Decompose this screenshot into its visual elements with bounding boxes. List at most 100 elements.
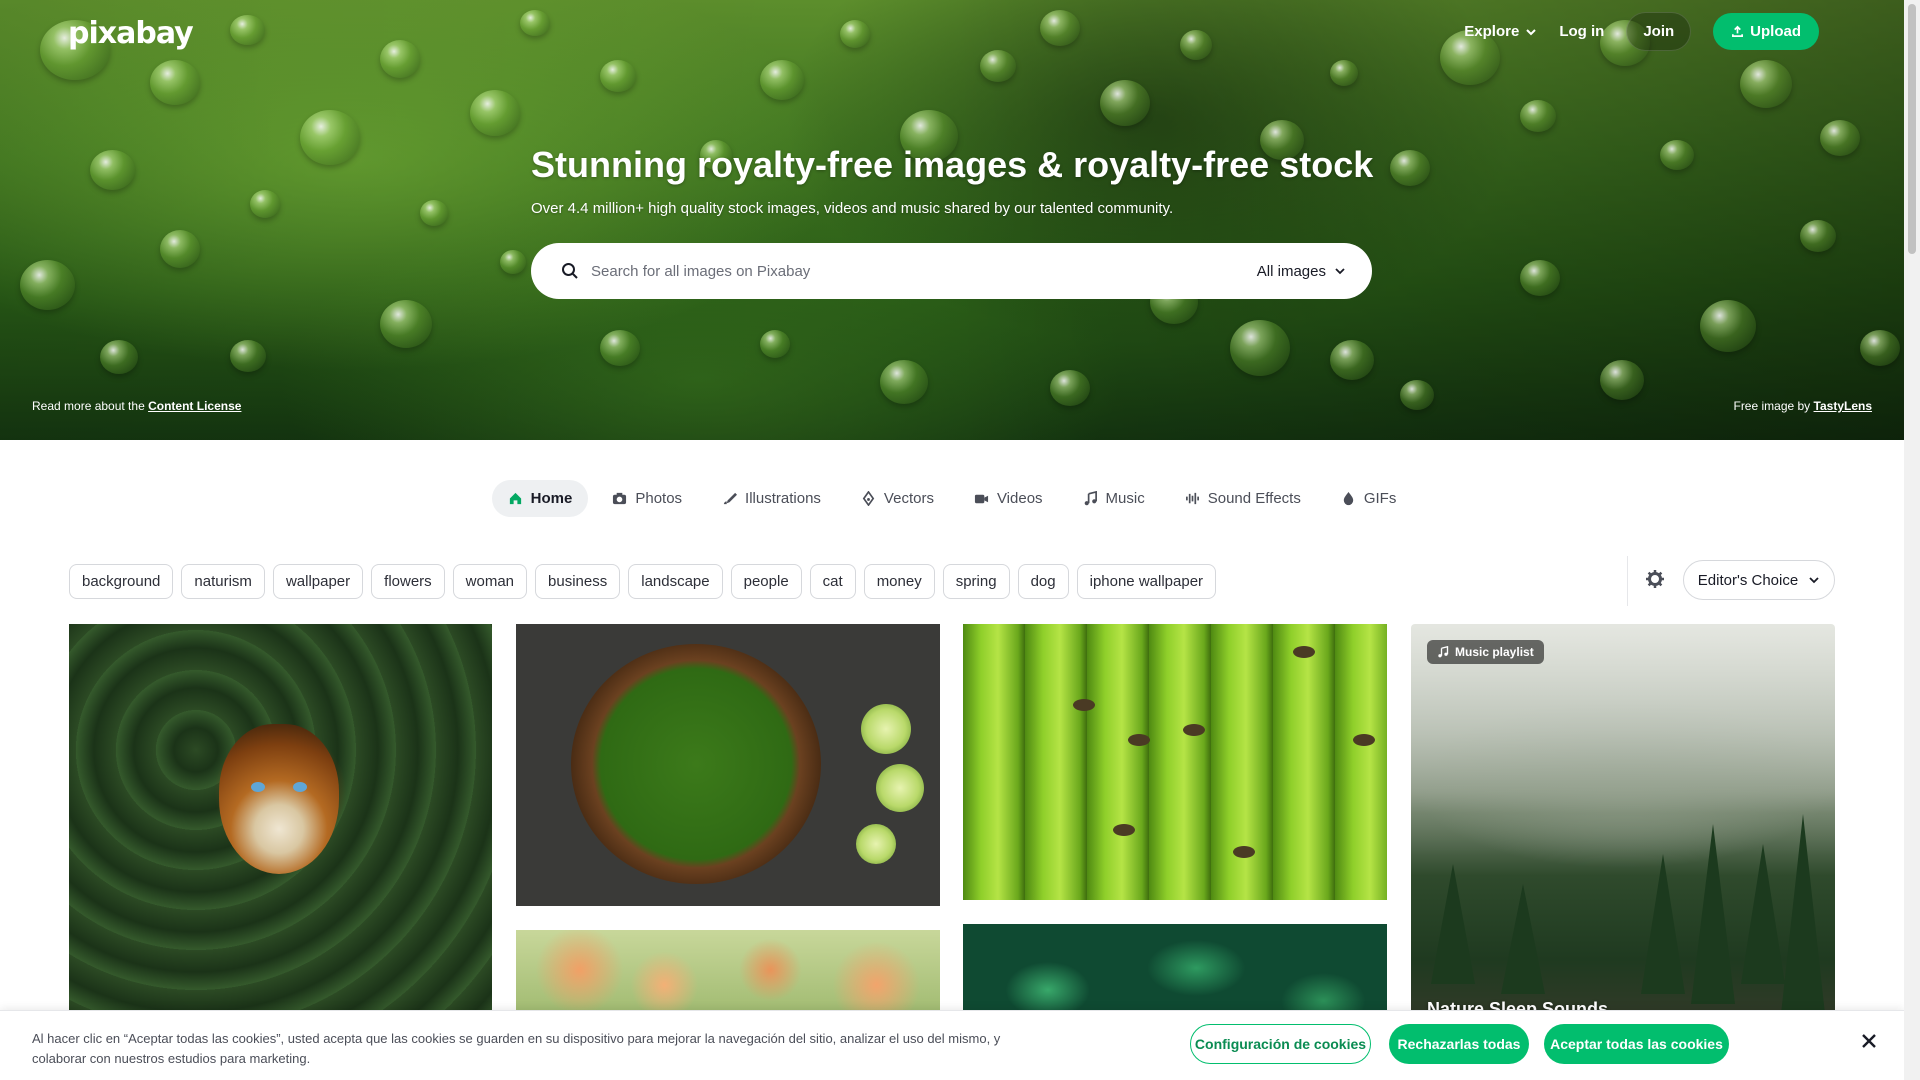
tab-label: Home (530, 490, 573, 507)
water-drop (420, 200, 448, 226)
sort-dropdown[interactable]: Editor's Choice (1683, 560, 1835, 600)
water-drop (840, 20, 870, 48)
water-drop (1600, 360, 1644, 400)
accept-all-button[interactable]: Aceptar todas las cookies (1544, 1024, 1729, 1064)
water-drop (1520, 100, 1556, 132)
banana-tip (1353, 734, 1375, 746)
search-bar: All images (531, 243, 1372, 299)
chevron-down-icon (1335, 268, 1345, 275)
upload-button[interactable]: Upload (1713, 13, 1819, 50)
license-note: Read more about the Content License (32, 399, 241, 413)
tab-label: Photos (635, 490, 683, 507)
water-drop (160, 230, 200, 268)
tab-gifs[interactable]: GIFs (1325, 480, 1413, 517)
water-drop (1700, 300, 1756, 352)
upload-icon (1732, 25, 1744, 37)
water-drop (20, 260, 75, 310)
water-drop (500, 250, 526, 274)
tab-label: GIFs (1363, 490, 1397, 507)
pen-icon (862, 491, 875, 506)
tag-chip[interactable]: landscape (628, 564, 723, 599)
cookie-text: Al hacer clic en “Aceptar todas las cook… (32, 1031, 1001, 1066)
search-input[interactable] (591, 262, 1257, 280)
search-icon[interactable] (561, 262, 579, 280)
water-drop (1330, 60, 1358, 86)
water-drop (1050, 370, 1090, 406)
tag-chip[interactable]: woman (452, 564, 528, 599)
water-drop (1390, 150, 1430, 186)
water-drop (1040, 10, 1080, 46)
water-drop (1820, 120, 1860, 156)
hero-banner: pixabay Explore Log in Join Upload Stunn… (0, 0, 1904, 440)
image-green-bananas[interactable] (963, 624, 1387, 900)
tab-vectors[interactable]: Vectors (845, 480, 950, 517)
chevron-down-icon (1809, 577, 1819, 584)
image-tiger-leaves[interactable] (69, 624, 492, 1044)
credit-author-link[interactable]: TastyLens (1814, 399, 1872, 413)
tab-videos[interactable]: Videos (958, 480, 1059, 517)
gear-icon[interactable] (1645, 569, 1665, 589)
music-playlist-card[interactable]: Music playlist Nature Sleep Sounds (1411, 624, 1835, 1044)
water-drop (1400, 380, 1434, 410)
tag-chip[interactable]: cat (809, 564, 856, 599)
tag-chip[interactable]: flowers (371, 564, 445, 599)
lime-slice (876, 764, 924, 812)
content-license-link[interactable]: Content License (148, 399, 241, 413)
water-drop (380, 300, 432, 348)
popular-tags: background naturism wallpaper flowers woman b… (69, 564, 1217, 599)
tag-chip[interactable]: business (535, 564, 621, 599)
close-icon[interactable] (1860, 1032, 1878, 1050)
search-type-dropdown[interactable]: All images (1257, 263, 1346, 280)
tag-chip[interactable]: naturism (181, 564, 265, 599)
water-drop (230, 340, 266, 372)
cookie-banner: Al hacer clic en “Aceptar todas las cook… (0, 1010, 1904, 1080)
home-icon (509, 492, 521, 505)
media-tabs: Home Photos Illustrations Vectors Videos… (0, 480, 1904, 517)
tab-home[interactable]: Home (491, 480, 589, 517)
water-drop (100, 340, 138, 374)
tag-chip[interactable]: dog (1017, 564, 1069, 599)
water-drop (470, 90, 520, 136)
tree (1641, 854, 1685, 994)
tag-chip[interactable]: spring (942, 564, 1010, 599)
water-drop (1520, 260, 1560, 296)
sort-label: Editor's Choice (1697, 571, 1799, 589)
water-drop (250, 190, 280, 218)
license-prefix: Read more about the (32, 399, 149, 413)
water-drop (980, 50, 1016, 82)
tab-sound-effects[interactable]: Sound Effects (1169, 480, 1317, 517)
gif-icon (1343, 491, 1354, 506)
soup-bowl (571, 644, 821, 884)
explore-label: Explore (1464, 23, 1520, 40)
image-green-soup[interactable] (516, 624, 940, 906)
pixabay-logo[interactable]: pixabay (68, 16, 194, 51)
video-icon (974, 494, 989, 504)
banana-tip (1233, 846, 1255, 858)
water-drop (520, 10, 550, 36)
tag-chip[interactable]: wallpaper (272, 564, 364, 599)
playlist-badge: Music playlist (1427, 640, 1544, 664)
explore-menu[interactable]: Explore (1464, 23, 1537, 40)
scrollbar-thumb[interactable] (1908, 4, 1916, 254)
tab-label: Sound Effects (1207, 490, 1301, 507)
tab-photos[interactable]: Photos (596, 480, 698, 517)
tag-chip[interactable]: people (730, 564, 802, 599)
water-drop (760, 330, 790, 358)
reject-all-button[interactable]: Rechazarlas todas (1389, 1024, 1529, 1064)
water-drop (1860, 330, 1900, 366)
hero-subtitle: Over 4.4 million+ high quality stock ima… (531, 200, 1174, 217)
lime-slice (861, 704, 911, 754)
tab-music[interactable]: Music (1067, 480, 1161, 517)
tab-illustrations[interactable]: Illustrations (706, 480, 837, 517)
water-drop (600, 60, 636, 92)
cookie-settings-button[interactable]: Configuración de cookies (1190, 1024, 1371, 1064)
tab-label: Illustrations (745, 490, 821, 507)
tag-chip[interactable]: iphone wallpaper (1076, 564, 1217, 599)
join-button[interactable]: Join (1626, 12, 1692, 51)
waveform-icon (1185, 492, 1199, 505)
water-drop (1330, 340, 1374, 380)
login-link[interactable]: Log in (1559, 23, 1604, 40)
tag-chip[interactable]: money (863, 564, 935, 599)
lime-slice (856, 824, 896, 864)
tag-chip[interactable]: background (69, 564, 174, 599)
